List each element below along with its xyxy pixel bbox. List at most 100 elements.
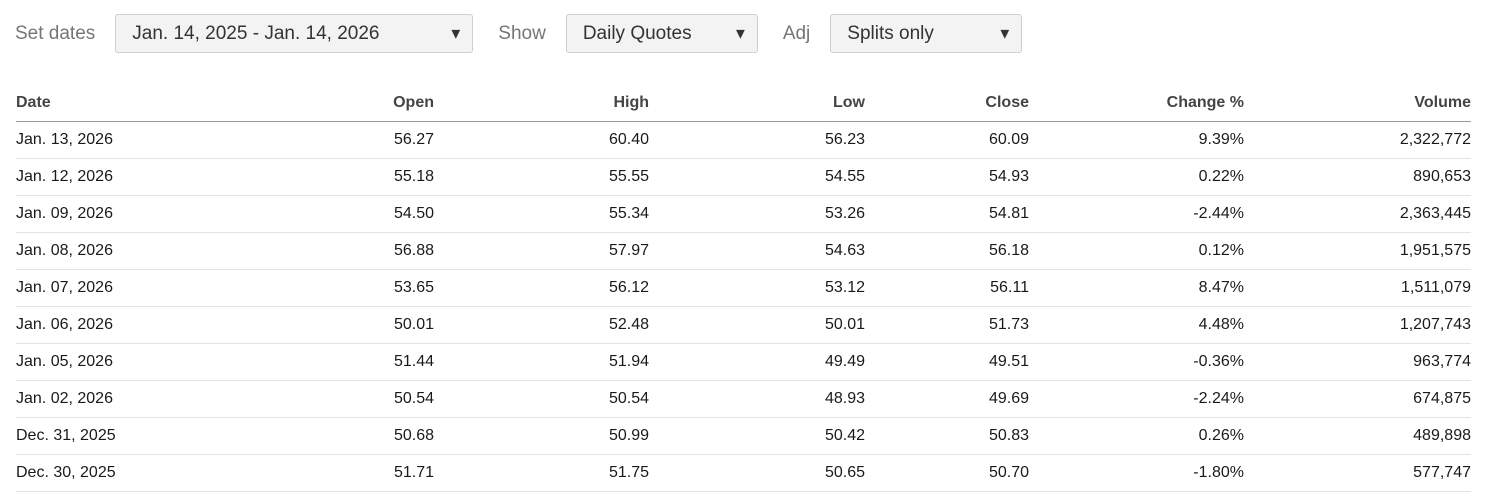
cell-low: 53.12: [649, 269, 865, 307]
cell-close: 56.18: [865, 232, 1029, 270]
cell-low: 48.93: [649, 380, 865, 418]
cell-volume: 2,363,445: [1244, 195, 1471, 233]
table-row: Jan. 07, 2026 53.65 56.12 53.12 56.11 8.47% 1,…: [16, 269, 1471, 307]
table-row: Jan. 13, 2026 56.27 60.40 56.23 60.09 9.39% 2,…: [16, 121, 1471, 159]
table-row: Jan. 02, 2026 50.54 50.54 48.93 49.69 -2.24% 6…: [16, 380, 1471, 418]
column-header-open[interactable]: Open: [166, 84, 434, 122]
cell-high: 55.55: [434, 158, 649, 196]
chevron-down-icon: ▼: [997, 25, 1013, 42]
column-header-volume[interactable]: Volume: [1244, 84, 1471, 122]
cell-change: 4.48%: [1029, 306, 1244, 344]
cell-change: -2.24%: [1029, 380, 1244, 418]
adj-label: Adj: [782, 22, 811, 44]
chevron-down-icon: ▼: [448, 25, 464, 42]
cell-high: 55.34: [434, 195, 649, 233]
cell-volume: 1,951,575: [1244, 232, 1471, 270]
quote-controls: Set dates Jan. 14, 2025 - Jan. 14, 2026 …: [15, 13, 1023, 54]
cell-date: Jan. 12, 2026: [16, 158, 166, 196]
column-header-change[interactable]: Change %: [1029, 84, 1244, 122]
cell-close: 56.11: [865, 269, 1029, 307]
date-range-select[interactable]: Jan. 14, 2025 - Jan. 14, 2026 ▼: [115, 14, 474, 53]
cell-date: Jan. 06, 2026: [16, 306, 166, 344]
cell-date: Jan. 08, 2026: [16, 232, 166, 270]
column-header-date[interactable]: Date: [16, 84, 166, 122]
cell-open: 50.01: [166, 306, 434, 344]
table-row: Jan. 12, 2026 55.18 55.55 54.55 54.93 0.22% 89…: [16, 158, 1471, 196]
cell-change: 0.12%: [1029, 232, 1244, 270]
cell-volume: 890,653: [1244, 158, 1471, 196]
cell-low: 50.65: [649, 454, 865, 492]
cell-volume: 2,322,772: [1244, 121, 1471, 159]
cell-change: 0.22%: [1029, 158, 1244, 196]
cell-change: -1.80%: [1029, 454, 1244, 492]
cell-close: 54.93: [865, 158, 1029, 196]
cell-date: Jan. 05, 2026: [16, 343, 166, 381]
show-label: Show: [498, 22, 546, 44]
quotes-table-body: Jan. 13, 2026 56.27 60.40 56.23 60.09 9.39% 2,…: [16, 121, 1471, 492]
cell-low: 54.55: [649, 158, 865, 196]
cell-change: -0.36%: [1029, 343, 1244, 381]
table-row: Jan. 05, 2026 51.44 51.94 49.49 49.51 -0.36% 9…: [16, 343, 1471, 381]
cell-volume: 963,774: [1244, 343, 1471, 381]
adj-value: Splits only: [847, 22, 934, 44]
cell-volume: 1,207,743: [1244, 306, 1471, 344]
cell-high: 50.99: [434, 417, 649, 455]
cell-high: 52.48: [434, 306, 649, 344]
cell-change: -2.44%: [1029, 195, 1244, 233]
cell-open: 51.44: [166, 343, 434, 381]
column-header-low[interactable]: Low: [649, 84, 865, 122]
cell-high: 50.54: [434, 380, 649, 418]
adj-select[interactable]: Splits only ▼: [830, 14, 1023, 53]
cell-change: 9.39%: [1029, 121, 1244, 159]
cell-high: 60.40: [434, 121, 649, 159]
table-row: Dec. 31, 2025 50.68 50.99 50.42 50.83 0.26% 48…: [16, 417, 1471, 455]
quotes-table: Date Open High Low Close Change % Volume…: [16, 84, 1471, 492]
table-header-row: Date Open High Low Close Change % Volume: [16, 84, 1471, 122]
cell-high: 51.94: [434, 343, 649, 381]
date-range-value: Jan. 14, 2025 - Jan. 14, 2026: [132, 22, 380, 44]
cell-low: 50.42: [649, 417, 865, 455]
column-header-high[interactable]: High: [434, 84, 649, 122]
cell-close: 50.83: [865, 417, 1029, 455]
cell-volume: 577,747: [1244, 454, 1471, 492]
cell-open: 56.27: [166, 121, 434, 159]
show-select[interactable]: Daily Quotes ▼: [565, 14, 758, 53]
cell-open: 50.68: [166, 417, 434, 455]
cell-change: 0.26%: [1029, 417, 1244, 455]
chevron-down-icon: ▼: [732, 25, 748, 42]
cell-date: Jan. 02, 2026: [16, 380, 166, 418]
cell-date: Jan. 07, 2026: [16, 269, 166, 307]
table-row: Jan. 08, 2026 56.88 57.97 54.63 56.18 0.12% 1,…: [16, 232, 1471, 270]
table-row: Jan. 09, 2026 54.50 55.34 53.26 54.81 -2.44% 2…: [16, 195, 1471, 233]
cell-close: 49.51: [865, 343, 1029, 381]
cell-close: 50.70: [865, 454, 1029, 492]
cell-close: 49.69: [865, 380, 1029, 418]
cell-open: 55.18: [166, 158, 434, 196]
cell-low: 50.01: [649, 306, 865, 344]
cell-low: 56.23: [649, 121, 865, 159]
cell-high: 57.97: [434, 232, 649, 270]
cell-open: 50.54: [166, 380, 434, 418]
cell-low: 54.63: [649, 232, 865, 270]
cell-open: 54.50: [166, 195, 434, 233]
cell-date: Jan. 09, 2026: [16, 195, 166, 233]
cell-open: 51.71: [166, 454, 434, 492]
set-dates-label: Set dates: [15, 22, 96, 44]
cell-high: 56.12: [434, 269, 649, 307]
cell-low: 53.26: [649, 195, 865, 233]
cell-close: 60.09: [865, 121, 1029, 159]
table-row: Jan. 06, 2026 50.01 52.48 50.01 51.73 4.48% 1,…: [16, 306, 1471, 344]
cell-date: Dec. 31, 2025: [16, 417, 166, 455]
cell-open: 56.88: [166, 232, 434, 270]
cell-date: Dec. 30, 2025: [16, 454, 166, 492]
show-value: Daily Quotes: [582, 22, 692, 44]
cell-low: 49.49: [649, 343, 865, 381]
table-row: Dec. 30, 2025 51.71 51.75 50.65 50.70 -1.80% 5…: [16, 454, 1471, 492]
cell-date: Jan. 13, 2026: [16, 121, 166, 159]
cell-change: 8.47%: [1029, 269, 1244, 307]
cell-close: 54.81: [865, 195, 1029, 233]
cell-high: 51.75: [434, 454, 649, 492]
column-header-close[interactable]: Close: [865, 84, 1029, 122]
cell-open: 53.65: [166, 269, 434, 307]
cell-close: 51.73: [865, 306, 1029, 344]
